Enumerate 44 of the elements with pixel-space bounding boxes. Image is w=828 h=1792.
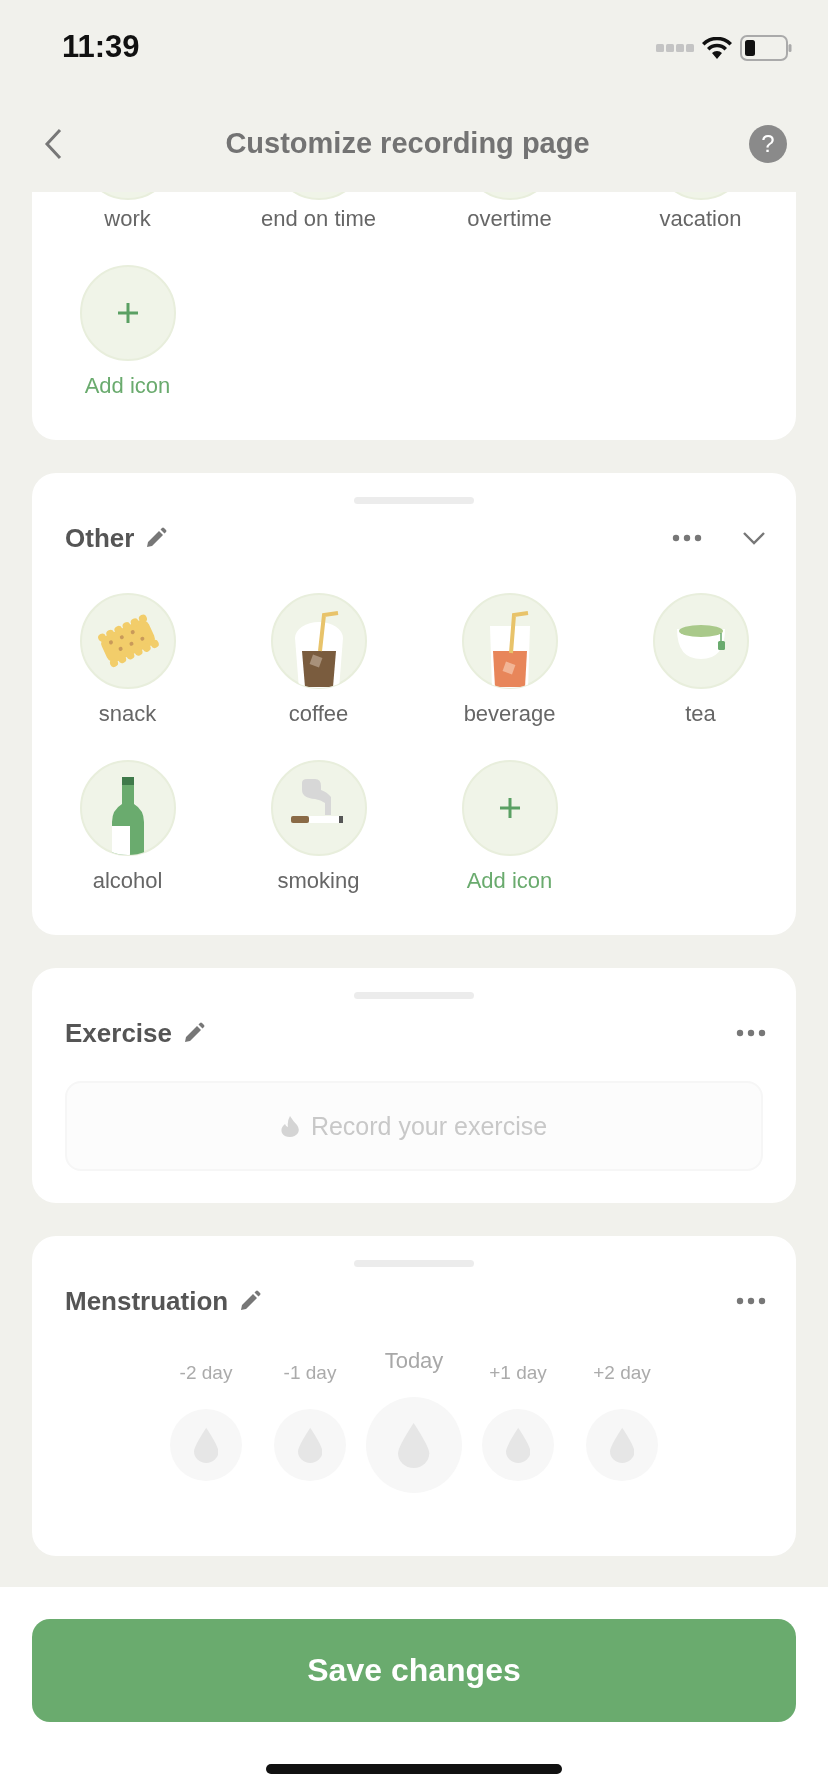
day-label: Today: [384, 1348, 444, 1374]
pencil-icon[interactable]: [182, 1021, 206, 1045]
icon-label: beverage: [463, 701, 556, 727]
icon-label: snack: [98, 701, 157, 727]
flame-icon: [280, 1115, 299, 1137]
add-icon-label[interactable]: Add icon: [466, 868, 553, 894]
more-button[interactable]: [736, 1029, 766, 1037]
battery-icon: [740, 34, 792, 61]
iced-coffee-icon[interactable]: [270, 593, 367, 689]
chevron-left-icon: [44, 127, 62, 160]
icon-label: tea: [685, 701, 716, 727]
pencil-icon[interactable]: [144, 526, 169, 550]
icon-label: end on time: [261, 206, 376, 232]
status-time: 11:39: [62, 28, 140, 65]
bottle-icon[interactable]: [79, 760, 176, 856]
plus-icon: [115, 301, 140, 325]
day-label: +1 day: [489, 1361, 547, 1385]
wifi-icon: [702, 36, 732, 59]
more-button[interactable]: [672, 534, 702, 542]
icon-label: overtime: [467, 206, 552, 232]
add-icon-label[interactable]: Add icon: [84, 373, 171, 399]
help-button[interactable]: ?: [749, 124, 787, 163]
cigarette-icon[interactable]: [270, 760, 367, 856]
icon-label: vacation: [659, 206, 742, 232]
section-title: Other: [65, 522, 135, 554]
pencil-icon[interactable]: [238, 1289, 263, 1313]
more-button[interactable]: [736, 1297, 766, 1305]
page-title: Customize recording page: [225, 127, 590, 160]
iced-drink-icon[interactable]: [461, 593, 558, 689]
icon-label: work: [104, 206, 151, 232]
teacup-icon[interactable]: [652, 593, 749, 689]
plus-icon: [497, 796, 522, 820]
collapse-chevron-button[interactable]: [742, 531, 766, 545]
day-label: -1 day: [283, 1361, 337, 1385]
day-label: -2 day: [179, 1361, 233, 1385]
save-button[interactable]: Save changes: [32, 1619, 796, 1722]
section-title: Menstruation: [65, 1285, 229, 1317]
day-label: +2 day: [593, 1361, 651, 1385]
section-title: Exercise: [65, 1017, 172, 1049]
cracker-icon[interactable]: [79, 593, 176, 689]
signal-icon: [656, 43, 694, 52]
icon-label: coffee: [288, 701, 349, 727]
icon-label: smoking: [277, 868, 360, 894]
icon-label: alcohol: [92, 868, 163, 894]
